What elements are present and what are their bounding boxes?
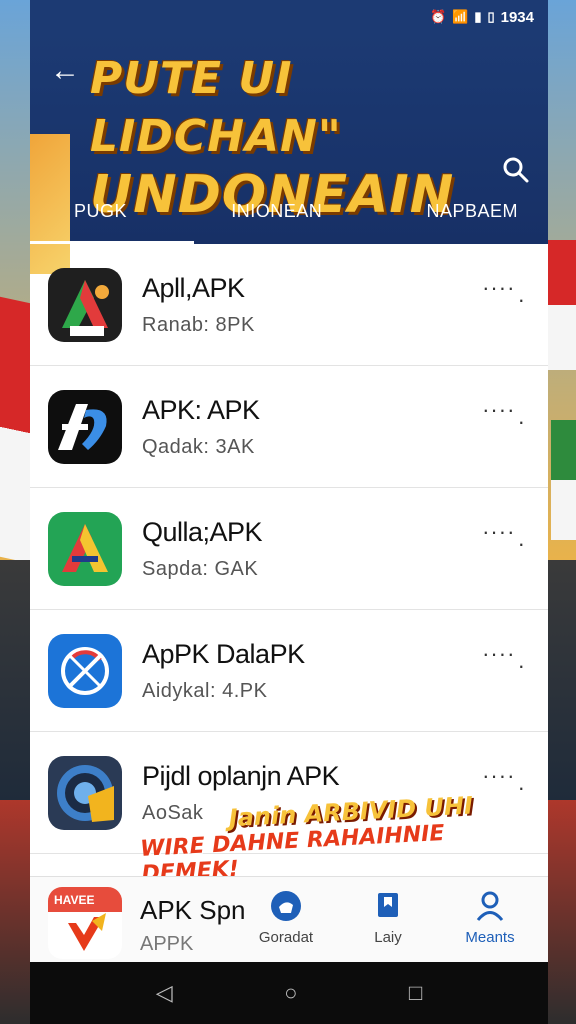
app-header: ← PUTE UI LIDCHAN" UNDONEAIN PUGK INIONE… <box>30 34 548 274</box>
status-time: 1934 <box>500 8 534 26</box>
more-options-icon[interactable]: ···· · <box>482 643 526 677</box>
background-crowd-right <box>546 560 576 800</box>
wifi-icon: 📶 <box>452 9 469 24</box>
alarm-icon: ⏰ <box>429 9 447 24</box>
nav-label: Laiy <box>374 929 402 946</box>
featured-app-icon[interactable]: HAVEE <box>48 887 122 959</box>
tab-napbaem[interactable]: NAPBAEM <box>426 178 518 244</box>
list-item[interactable]: Apll,APK Ranab: 8PK ···· · <box>30 244 548 366</box>
tab-pugk[interactable]: PUGK <box>74 178 127 244</box>
app-subtitle: Aidykal: 4.PK <box>142 679 268 702</box>
background-crowd-left <box>0 560 30 800</box>
nav-label: Meants <box>465 929 515 946</box>
app-name: Pijdl oplanjn APK <box>142 760 340 791</box>
app-name: Qulla;APK <box>142 516 263 547</box>
signal-icon: ▮ <box>474 9 482 24</box>
list-item[interactable]: ApPK DalaPK Aidykal: 4.PK ···· · <box>30 610 548 732</box>
app-a-tricolor-icon <box>48 511 122 586</box>
title-line-1: PUTE UI LIDCHAN" <box>90 53 342 162</box>
list-item[interactable]: Qulla;APK Sapda: GAK ···· · <box>30 488 548 610</box>
list-item[interactable]: APK: APK Qadak: 3AK ···· · <box>30 366 548 488</box>
battery-icon: ▯ <box>487 9 495 24</box>
app-a-red-green-icon <box>48 267 122 342</box>
promo-banner: Janin ARBIVID UHI WIRE DAHNE RAHAIHNIE D… <box>138 791 482 886</box>
more-options-icon[interactable]: ···· · <box>482 765 526 799</box>
thumb-badge-icon <box>271 891 301 921</box>
tab-bar: PUGK INIONEAN NAPBAEM <box>30 178 548 244</box>
person-icon <box>476 891 504 921</box>
featured-app-name: APK Spn <box>140 895 246 925</box>
app-name: Apll,APK <box>142 272 245 303</box>
app-list: Apll,APK Ranab: 8PK ···· · APK: APK Qada… <box>30 244 548 854</box>
tab-inionean[interactable]: INIONEAN <box>231 178 322 244</box>
app-subtitle: Qadak: 3AK <box>142 435 255 458</box>
status-bar: ⏰ 📶 ▮ ▯ 1934 <box>30 0 548 34</box>
app-ap-blue-icon <box>48 389 122 464</box>
nav-goradat[interactable]: Goradat <box>246 889 326 946</box>
more-options-icon[interactable]: ···· · <box>482 399 526 433</box>
background-flag-right-green <box>551 420 576 540</box>
back-arrow-icon[interactable]: ← <box>50 56 80 86</box>
app-name: ApPK DalaPK <box>142 638 305 669</box>
more-options-icon[interactable]: ···· · <box>482 521 526 555</box>
phone-screen: ⏰ 📶 ▮ ▯ 1934 ← PUTE UI LIDCHAN" UNDONEAI… <box>30 0 548 1024</box>
nav-meants[interactable]: Meants <box>450 889 530 946</box>
bottom-navigation: HAVEE APK Spn APPK Goradat Laiy Meants <box>30 876 548 962</box>
home-circle-icon[interactable]: ○ <box>284 980 297 1006</box>
featured-app-subtitle: APPK <box>140 933 194 955</box>
app-lens-icon <box>48 755 122 830</box>
app-subtitle: Ranab: 8PK <box>142 313 255 336</box>
nav-laiy[interactable]: Laiy <box>348 889 428 946</box>
background-flag-right <box>546 240 576 370</box>
back-triangle-icon[interactable]: ◁ <box>156 980 173 1006</box>
app-subtitle: Sapda: GAK <box>142 557 259 580</box>
system-navigation-bar: ◁ ○ □ <box>30 962 548 1024</box>
nav-label: Goradat <box>258 929 314 946</box>
recents-square-icon[interactable]: □ <box>409 980 422 1006</box>
more-options-icon[interactable]: ···· · <box>482 277 526 311</box>
app-name: APK: APK <box>142 394 260 425</box>
bookmark-icon <box>378 893 398 917</box>
app-compass-icon <box>48 633 122 708</box>
